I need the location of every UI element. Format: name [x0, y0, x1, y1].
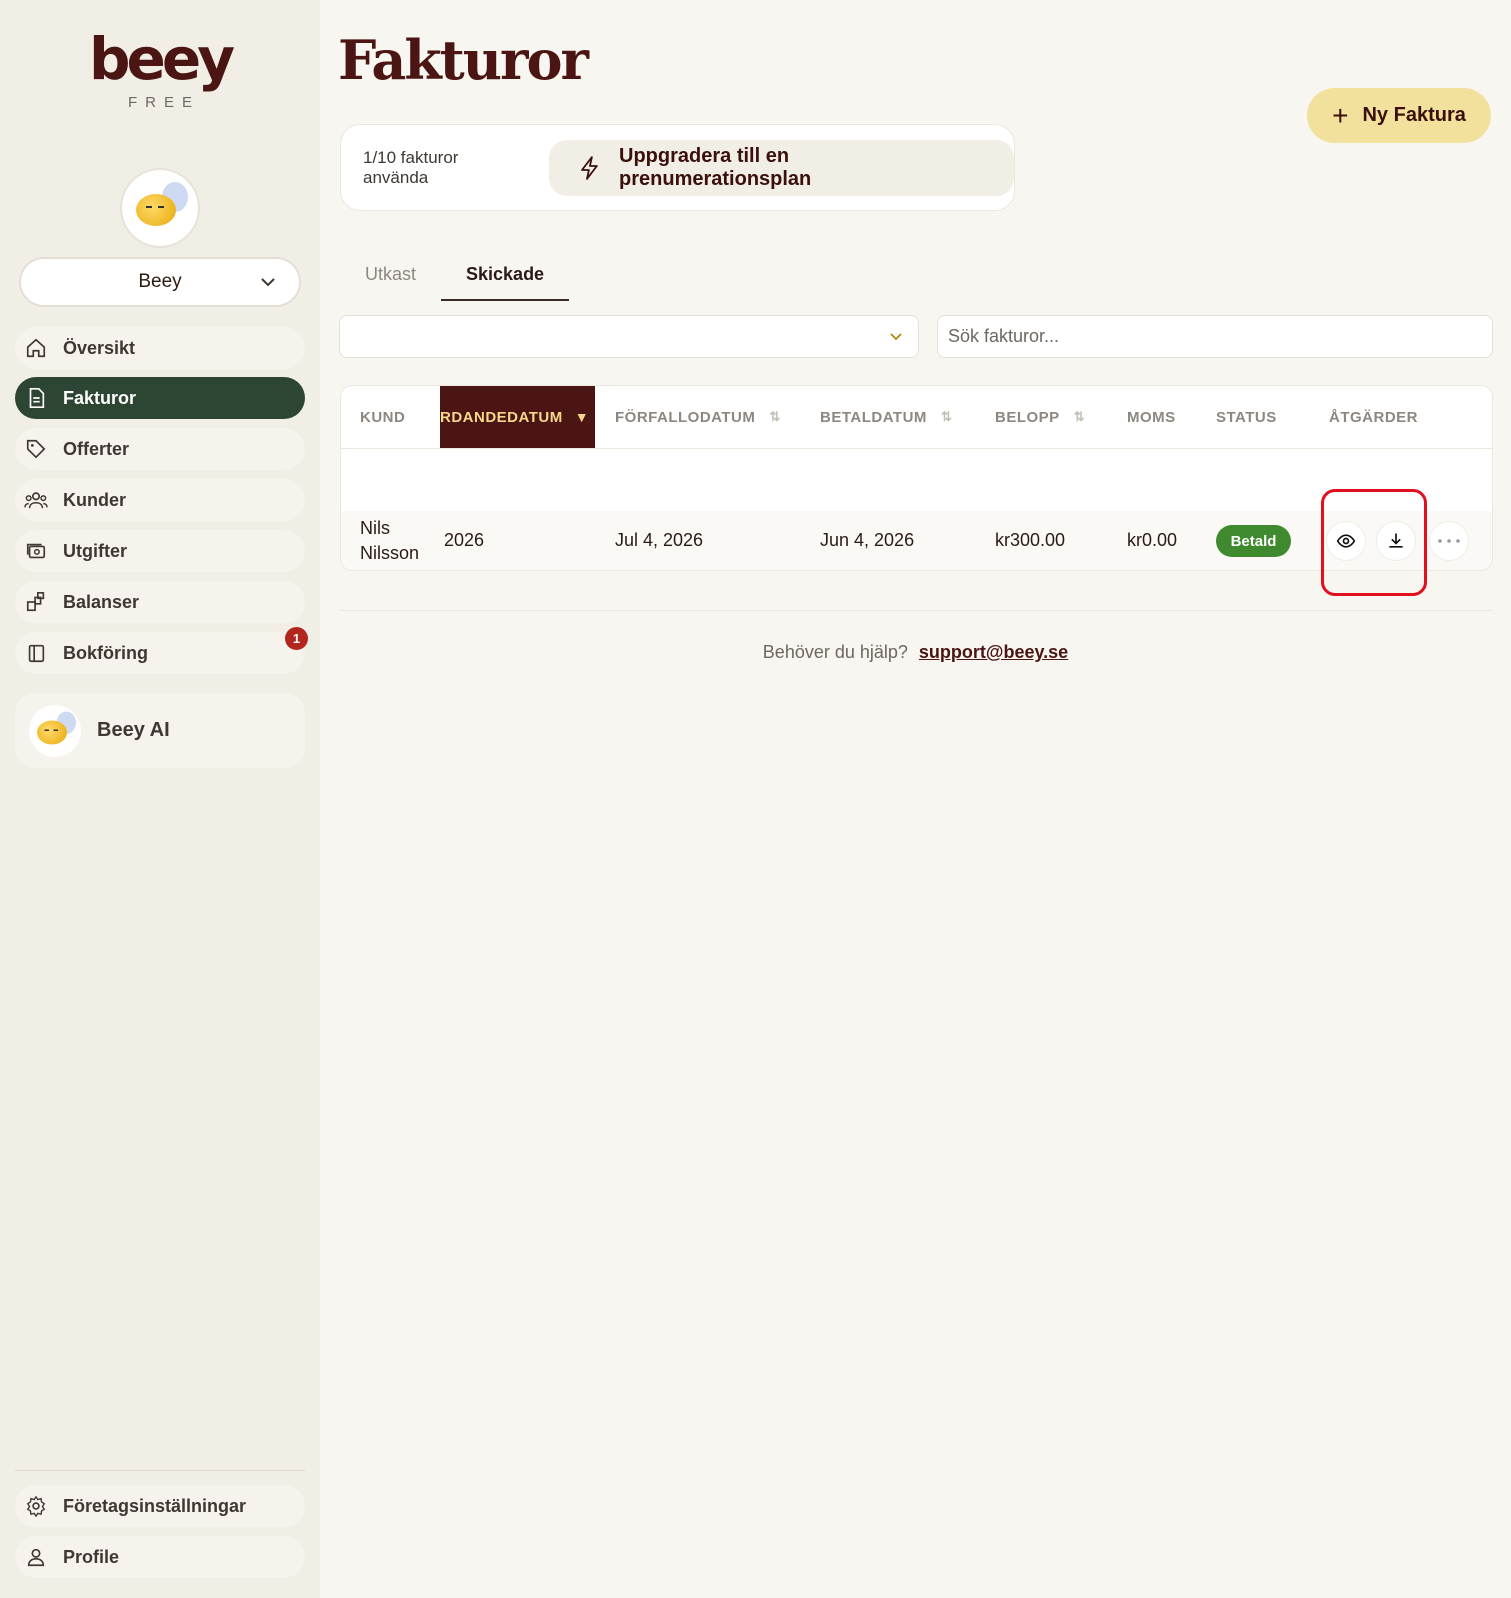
content-divider [340, 610, 1493, 611]
usage-text: 1/10 fakturor använda [363, 147, 459, 187]
sidebar-item-balanser[interactable]: Balanser [15, 581, 305, 623]
sidebar-item-label: Översikt [63, 337, 136, 358]
column-header-forfallodatum[interactable]: FÖRFALLODATUM ⇅ [615, 386, 781, 448]
customer-name: Nils Nilsson [360, 518, 420, 563]
column-header-kund[interactable]: KUND [360, 386, 405, 448]
more-options-button[interactable] [1429, 521, 1469, 561]
plan-label: FREE [127, 94, 200, 111]
sidebar-item-profile[interactable]: Profile [15, 1536, 305, 1578]
sidebar-item-fakturor[interactable]: Fakturor [15, 377, 305, 419]
more-horizontal-icon [1438, 539, 1460, 543]
help-footer: Behöver du hjälp? support@beey.se [0, 642, 1511, 663]
column-header-atgarder: ÅTGÄRDER [1329, 408, 1418, 426]
sidebar-item-label: Balanser [63, 591, 140, 612]
company-selector[interactable]: Beey [19, 257, 301, 307]
support-email-link[interactable]: support@beey.se [919, 642, 1068, 662]
search-input[interactable] [937, 315, 1493, 358]
sidebar-item-label: Företagsinställningar [63, 1495, 247, 1516]
due-date: Jul 4, 2026 [615, 530, 704, 550]
new-invoice-label: Ny Faktura [1362, 104, 1466, 126]
brand-logo[interactable]: beey FREE [0, 30, 320, 111]
gear-icon [23, 1493, 49, 1519]
sidebar-item-utgifter[interactable]: Utgifter [15, 530, 305, 572]
company-name: Beey [138, 271, 182, 292]
plus-icon: + [1332, 99, 1349, 131]
highlight-annotation [1321, 489, 1427, 596]
sort-icon: ⇅ [940, 409, 953, 424]
paid-date: Jun 4, 2026 [820, 530, 915, 550]
sidebar-item-label: Kunder [63, 489, 126, 510]
help-text: Behöver du hjälp? [762, 642, 908, 662]
sidebar: beey FREE Beey Översikt Fakturor Offerte… [0, 0, 320, 1598]
invoice-date: 2026 [444, 530, 485, 550]
usage-card: 1/10 fakturor använda Uppgradera till en… [340, 124, 1015, 211]
company-avatar[interactable] [120, 168, 200, 248]
upgrade-label: Uppgradera till en prenumerationsplan [619, 144, 812, 190]
column-header-date-sorted[interactable]: RDANDEDATUM ▼ [440, 386, 595, 448]
filter-dropdown[interactable] [339, 315, 919, 358]
column-header-belopp[interactable]: BELOPP ⇅ [995, 386, 1085, 448]
page-title: Fakturor [338, 28, 589, 92]
amount: kr300.00 [995, 530, 1066, 550]
bee-mascot-icon [136, 182, 188, 228]
tab-utkast[interactable]: Utkast [340, 258, 441, 301]
vat: kr0.00 [1127, 530, 1178, 550]
chevron-down-icon [890, 333, 902, 341]
header-divider [341, 448, 1492, 449]
sidebar-item-label: Fakturor [63, 387, 137, 408]
beey-ai-card[interactable]: Beey AI [15, 693, 305, 768]
chevron-down-icon [261, 278, 275, 287]
column-header-status: STATUS [1216, 408, 1277, 426]
document-icon [23, 385, 49, 411]
users-icon [23, 487, 49, 513]
sidebar-item-label: Utgifter [63, 540, 127, 561]
new-invoice-button[interactable]: + Ny Faktura [1307, 88, 1491, 143]
sidebar-item-oversikt[interactable]: Översikt [15, 327, 305, 369]
sidebar-item-kunder[interactable]: Kunder [15, 479, 305, 521]
status-badge: Betald [1216, 525, 1291, 557]
tab-skickade[interactable]: Skickade [441, 258, 570, 301]
logo-wordmark: beey [89, 25, 235, 93]
sort-desc-icon: ▼ [574, 409, 590, 425]
table-row[interactable]: Nils Nilsson 2026 Jul 4, 2026 Jun 4, 202… [341, 511, 1492, 570]
upgrade-button[interactable]: Uppgradera till en prenumerationsplan [549, 139, 1014, 196]
tag-icon [23, 436, 49, 462]
sidebar-divider [15, 1470, 305, 1471]
invoice-tabs: Utkast Skickade [340, 258, 570, 301]
sidebar-item-label: Offerter [63, 438, 130, 459]
money-icon [23, 538, 49, 564]
bee-mascot-icon [29, 704, 81, 757]
sidebar-item-offerter[interactable]: Offerter [15, 428, 305, 470]
lightning-icon [581, 155, 598, 180]
home-icon [23, 335, 49, 361]
sort-icon: ⇅ [1073, 409, 1086, 424]
user-icon [23, 1544, 49, 1570]
column-header-betaldatum[interactable]: BETALDATUM ⇅ [820, 386, 952, 448]
beey-ai-label: Beey AI [97, 719, 170, 741]
sidebar-item-label: Profile [63, 1546, 120, 1567]
blocks-icon [23, 589, 49, 615]
sidebar-item-foretagsinstallningar[interactable]: Företagsinställningar [15, 1485, 305, 1527]
column-header-moms: MOMS [1127, 408, 1176, 426]
sort-icon: ⇅ [769, 409, 781, 424]
